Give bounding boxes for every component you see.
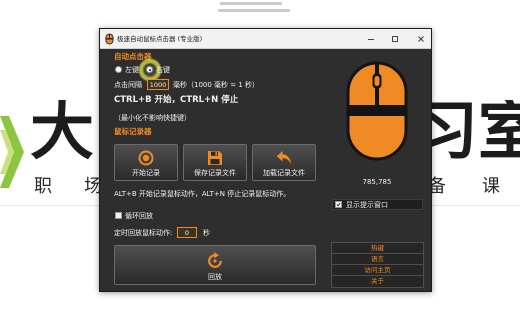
maximize-button[interactable] xyxy=(390,34,400,44)
replay-icon xyxy=(208,252,222,268)
save-record-button[interactable]: 保存记录文件 xyxy=(183,144,247,181)
maximize-icon xyxy=(392,36,398,42)
timer-unit: 秒 xyxy=(203,229,210,237)
radio-left-label[interactable]: 左键 xyxy=(125,65,139,75)
brand-chevron-logo xyxy=(0,116,24,188)
load-icon xyxy=(276,151,292,165)
checkmark-icon xyxy=(336,202,341,207)
bg-char-small: 职 xyxy=(34,176,52,197)
timer-input[interactable] xyxy=(177,227,197,238)
bg-char-big-right-2: 室 xyxy=(478,100,520,164)
hotkey-note: （最小化不影响快捷键） xyxy=(114,114,191,122)
link-hotkeys[interactable]: 热键 xyxy=(332,243,423,254)
load-record-label: 加载记录文件 xyxy=(263,169,305,177)
bg-char-big-left: 大 xyxy=(30,100,94,164)
minimize-button[interactable] xyxy=(366,34,376,44)
link-language[interactable]: 语言 xyxy=(332,254,423,265)
mouse-logo-icon xyxy=(346,61,408,161)
title-bar[interactable]: 极速自动鼠标点击器 (专业版) xyxy=(100,29,431,49)
link-homepage[interactable]: 访问主页 xyxy=(332,265,423,276)
window-title: 极速自动鼠标点击器 (专业版) xyxy=(117,35,203,43)
timer-label: 定时回放鼠标动作: xyxy=(114,229,173,237)
record-icon xyxy=(138,150,154,166)
radio-right[interactable] xyxy=(146,66,153,73)
save-icon xyxy=(208,151,222,165)
start-record-button[interactable]: 开始记录 xyxy=(114,144,178,181)
loop-checkbox[interactable] xyxy=(115,212,122,219)
save-record-label: 保存记录文件 xyxy=(194,169,236,177)
show-tip-row[interactable]: 显示提示窗口 xyxy=(332,199,423,210)
recorder-heading: 鼠标记录器 xyxy=(114,127,152,136)
recorder-hotkeys: ALT+B 开始记录鼠标动作，ALT+N 停止记录鼠标动作。 xyxy=(114,190,291,198)
close-button[interactable] xyxy=(416,34,426,44)
playback-label: 回放 xyxy=(208,273,222,281)
minimize-icon xyxy=(368,39,374,40)
side-links: 热键 语言 访问主页 关于 xyxy=(331,242,424,288)
close-icon xyxy=(418,36,424,42)
playback-button[interactable]: 回放 xyxy=(114,245,316,285)
interval-unit: 毫秒（1000 毫秒 = 1 秒） xyxy=(173,81,260,89)
clicker-hotkeys: CTRL+B 开始，CTRL+N 停止 xyxy=(114,95,239,105)
show-tip-checkbox[interactable] xyxy=(335,201,342,208)
interval-label: 点击间隔 xyxy=(114,81,142,89)
app-window: 极速自动鼠标点击器 (专业版) 自动点击器 左键 右键 点击间隔 毫秒（1000… xyxy=(99,28,432,292)
desktop-label-blur xyxy=(220,2,282,5)
mouse-icon xyxy=(105,33,114,45)
desktop-label-blur xyxy=(218,9,290,12)
radio-right-label[interactable]: 右键 xyxy=(156,65,170,75)
interval-input[interactable] xyxy=(147,79,169,90)
loop-label[interactable]: 循环回放 xyxy=(125,211,153,221)
cursor-position: 785,785 xyxy=(362,178,392,186)
radio-left[interactable] xyxy=(115,66,122,73)
link-about[interactable]: 关于 xyxy=(332,276,423,287)
load-record-button[interactable]: 加载记录文件 xyxy=(252,144,316,181)
bg-char-small: 课 xyxy=(482,176,500,197)
desktop: 大 习 室 职 场 备 课 极速自动鼠标点击器 (专业版) 自动点击器 左键 右… xyxy=(0,0,520,325)
start-record-label: 开始记录 xyxy=(132,169,160,177)
show-tip-label[interactable]: 显示提示窗口 xyxy=(346,200,388,210)
